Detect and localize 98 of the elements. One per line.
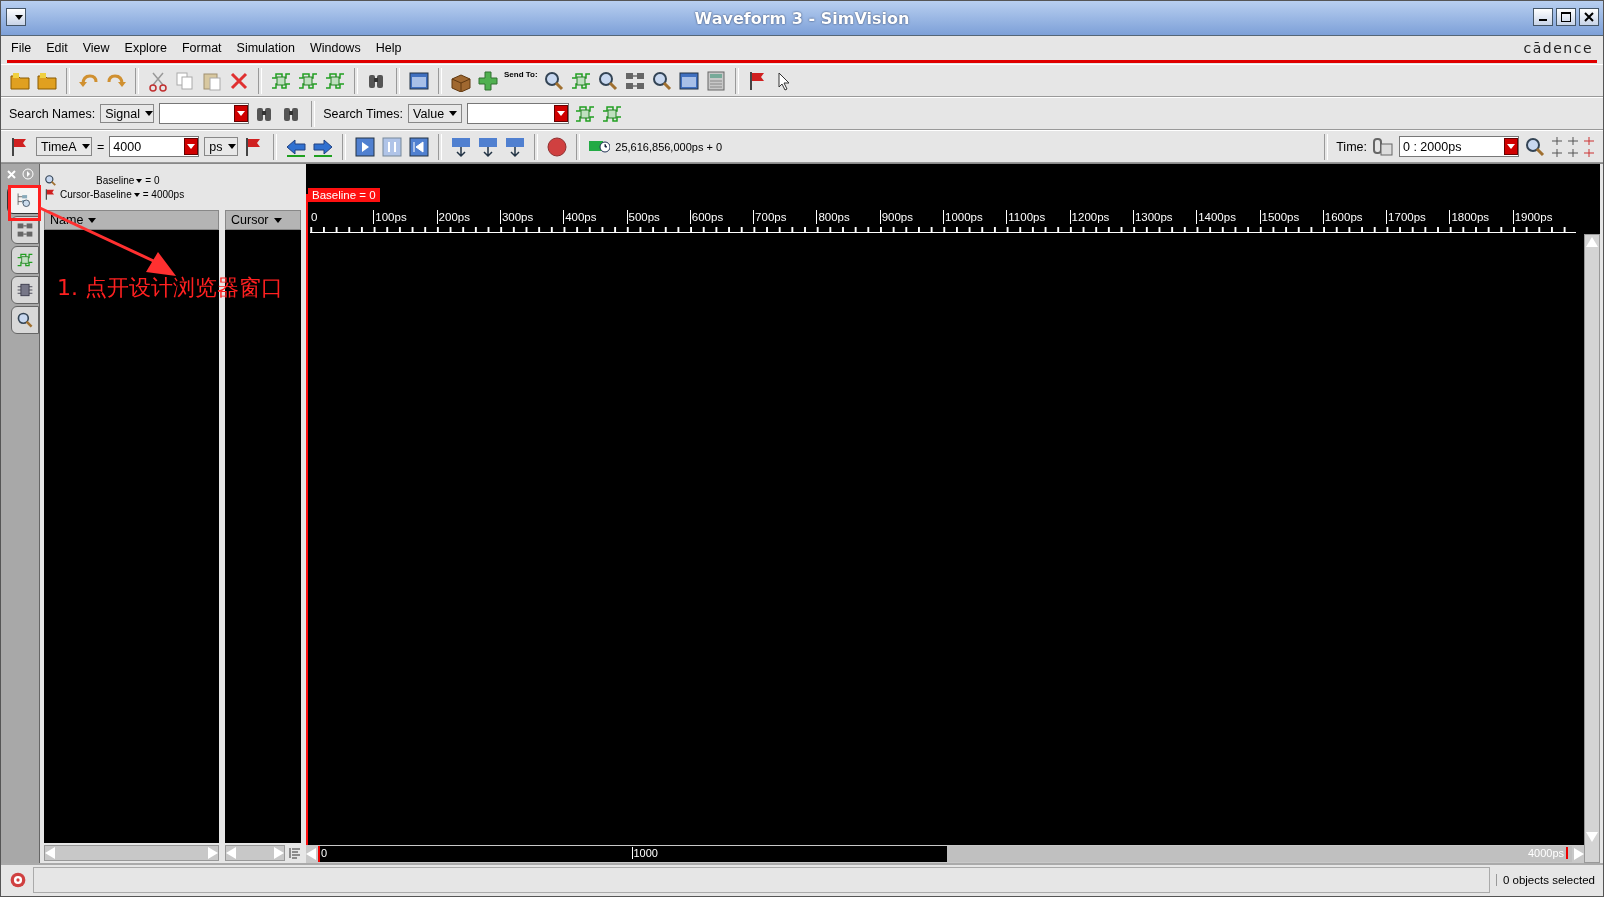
search-times-label: Search Times: [323, 106, 404, 121]
menu-item[interactable]: Help [373, 39, 404, 57]
baseline-marker[interactable]: Baseline = 0 [308, 188, 380, 202]
zoom-tool-icon[interactable] [1567, 135, 1579, 146]
search-names-label: Search Names: [9, 106, 96, 121]
window-icon[interactable] [677, 69, 700, 92]
zoom-tool-icon[interactable] [1583, 135, 1595, 146]
menu-item[interactable]: File [9, 39, 34, 57]
link-icon[interactable] [1372, 135, 1394, 158]
search-icon[interactable] [1524, 135, 1546, 158]
waveform-icon[interactable] [16, 251, 34, 269]
cursor-info-value: = 0 [145, 174, 160, 186]
overview-label: 4000ps [1526, 847, 1568, 859]
zoom-tool-icon[interactable] [1551, 147, 1563, 158]
cursor-time-field[interactable]: 4000 [109, 136, 200, 157]
ruler-label: 200ps [436, 210, 470, 224]
canvas-corner [1584, 164, 1600, 234]
cursor-info-label[interactable]: Cursor-Baseline [60, 188, 140, 200]
search-icon[interactable] [44, 173, 57, 187]
ruler-label: 1400ps [1196, 210, 1236, 224]
menu-item[interactable]: Explore [122, 39, 169, 57]
ruler-label: 300ps [499, 210, 534, 224]
ruler-label: 1500ps [1259, 210, 1300, 224]
align-icon[interactable] [289, 847, 301, 859]
menu-item[interactable]: Format [179, 39, 224, 57]
target-icon[interactable] [9, 871, 27, 889]
schematic-icon[interactable] [16, 221, 34, 239]
search-icon[interactable] [542, 69, 565, 92]
zoom-tool-icon[interactable] [1583, 147, 1595, 158]
horizontal-scrollbar[interactable] [225, 845, 285, 861]
flag-icon[interactable] [44, 187, 57, 201]
selection-status: 0 objects selected [1495, 874, 1595, 886]
search-names-field[interactable] [159, 103, 250, 124]
ruler-label: 500ps [626, 210, 660, 224]
ruler-label: 1000ps [943, 210, 983, 224]
ruler-label: 1100ps [1006, 210, 1046, 224]
ruler-label: 1900ps [1512, 210, 1553, 224]
time-range-label: Time: [1336, 139, 1367, 154]
stop-icon[interactable] [546, 135, 569, 158]
close-icon [1584, 12, 1594, 22]
menu-item[interactable]: View [80, 39, 112, 57]
rewind-icon[interactable] [408, 135, 431, 158]
logo: cādence [1523, 40, 1593, 56]
overview-label: 1000 [631, 847, 658, 859]
ruler-label: 400ps [563, 210, 597, 224]
simulation-time: 25,616,856,000ps + 0 [615, 140, 723, 153]
search-icon[interactable] [596, 69, 619, 92]
times-scope-dropdown[interactable]: Value [408, 104, 463, 123]
menu-item[interactable]: Windows [307, 39, 363, 57]
ruler-label: 900ps [879, 210, 914, 224]
send-to-label: Send To: [504, 70, 538, 79]
search-times-field[interactable] [467, 103, 570, 124]
unit-dropdown[interactable]: ps [204, 137, 239, 156]
step-icon[interactable] [450, 135, 473, 158]
close-icon[interactable] [6, 168, 17, 180]
maximize-button[interactable] [1556, 8, 1576, 26]
plus-icon[interactable] [477, 69, 499, 92]
cursor-dropdown[interactable]: TimeA [36, 137, 92, 156]
names-scope-dropdown[interactable]: Signal [100, 104, 155, 123]
equals-label: = [97, 139, 105, 154]
ruler-label: 1300ps [1132, 210, 1173, 224]
sidebar-tab[interactable] [11, 306, 39, 334]
close-button[interactable] [1579, 8, 1599, 26]
ruler-label: 1600ps [1322, 210, 1363, 224]
step-icon[interactable] [477, 135, 500, 158]
waveform-canvas[interactable]: Baseline = 0 0 100ps 200ps 300ps 400ps 500ps 600ps 700ps 800ps 900ps 1000ps 1100ps 1200ps 1300ps 1400ps 1500ps 1600ps 1700ps 1800ps 1900ps [306, 164, 1584, 845]
menu-item[interactable]: Edit [44, 39, 70, 57]
search-icon[interactable] [650, 69, 673, 92]
ruler-label: 1800ps [1449, 210, 1490, 224]
window-menu-button[interactable] [6, 8, 26, 26]
cursor-info-label[interactable]: Baseline [96, 174, 143, 186]
step-icon[interactable] [504, 135, 527, 158]
menu-item[interactable]: Simulation [234, 39, 297, 57]
tree-icon[interactable] [14, 191, 32, 209]
play-icon[interactable] [354, 135, 377, 158]
vertical-scrollbar[interactable] [1584, 234, 1600, 863]
overview-label: 0 [320, 847, 328, 859]
zoom-tool-icon[interactable] [1567, 147, 1579, 158]
sidebar-tab[interactable] [11, 276, 39, 304]
chip-icon[interactable] [16, 281, 34, 299]
horizontal-scrollbar[interactable] [44, 845, 219, 861]
ruler-label: 1700ps [1386, 210, 1426, 224]
window-icon[interactable] [408, 69, 430, 92]
ruler-label: 700ps [753, 210, 787, 224]
time-range-field[interactable]: 0 : 2000ps [1399, 136, 1519, 157]
ruler-label: 0 [310, 210, 318, 224]
time-overview[interactable]: 0 1000 4000ps [318, 846, 1572, 862]
search-icon[interactable] [16, 311, 34, 329]
ruler-label: 100ps [373, 210, 407, 224]
ruler-label: 1200ps [1069, 210, 1110, 224]
highlight-box [8, 185, 41, 221]
ruler-label: 800ps [816, 210, 850, 224]
column-header[interactable]: Cursor [225, 210, 301, 230]
zoom-tool-icon[interactable] [1551, 135, 1563, 146]
cursor-info-value: = 4000ps [142, 188, 185, 200]
ruler-label: 600ps [689, 210, 724, 224]
minimize-button[interactable] [1533, 8, 1553, 26]
window-title: Waveform 3 - SimVision [694, 8, 910, 28]
